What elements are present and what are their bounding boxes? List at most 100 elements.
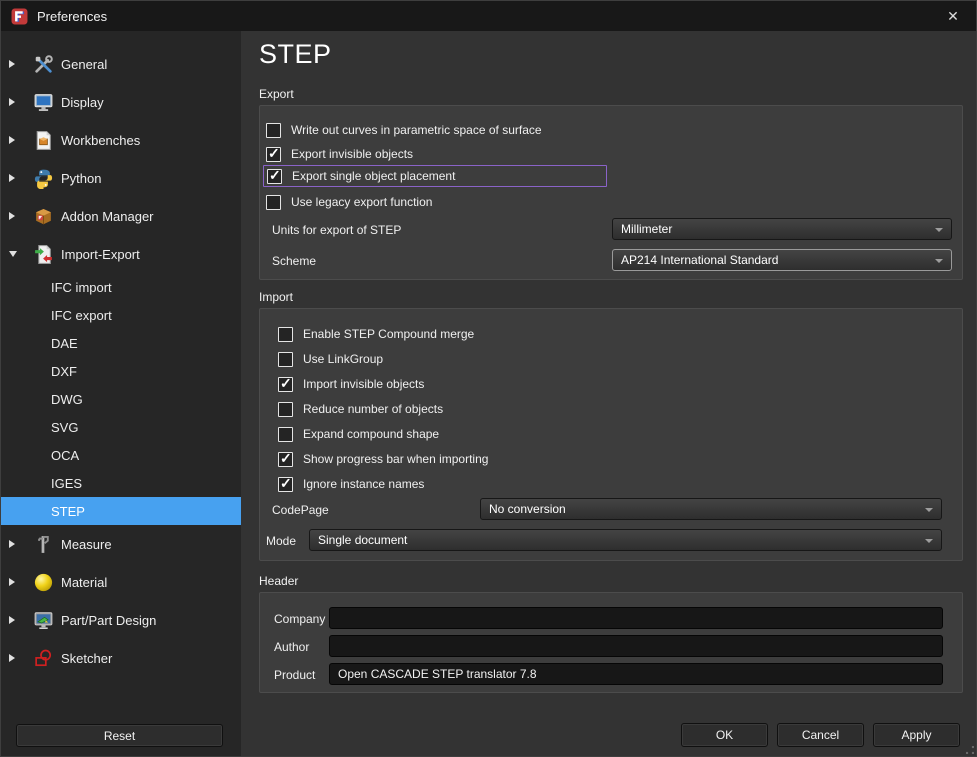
checkbox[interactable]: [278, 352, 293, 367]
sidebar-item-svg[interactable]: SVG: [1, 413, 241, 441]
chevron-right-icon[interactable]: [9, 174, 15, 182]
checkbox[interactable]: [267, 169, 282, 184]
checkbox[interactable]: [278, 402, 293, 417]
titlebar[interactable]: Preferences ✕: [1, 1, 976, 31]
company-field[interactable]: [329, 607, 943, 629]
chevron-right-icon[interactable]: [9, 98, 15, 106]
checkbox[interactable]: [278, 427, 293, 442]
checkbox-row-expand-compound-shape[interactable]: Expand compound shape: [278, 423, 439, 445]
sidebar-item-oca[interactable]: OCA: [1, 441, 241, 469]
chevron-right-icon[interactable]: [9, 212, 15, 220]
chevron-down-icon[interactable]: [9, 251, 17, 257]
checkbox[interactable]: [278, 377, 293, 392]
apply-button[interactable]: Apply: [873, 723, 960, 747]
settings-panel: STEP Export Write out curves in parametr…: [241, 31, 976, 756]
codepage-dropdown-value: No conversion: [489, 502, 566, 516]
sidebar-item-dae[interactable]: DAE: [1, 329, 241, 357]
sidebar-subitem-label: STEP: [51, 504, 85, 519]
checkbox-label: Write out curves in parametric space of …: [291, 123, 542, 137]
checkbox-label: Import invisible objects: [303, 377, 424, 391]
checkbox-row-reduce-number-of-objects[interactable]: Reduce number of objects: [278, 398, 443, 420]
window-title: Preferences: [37, 9, 107, 24]
codepage-dropdown[interactable]: No conversion: [480, 498, 942, 520]
mode-dropdown[interactable]: Single document: [309, 529, 942, 551]
reset-button[interactable]: Reset: [16, 724, 223, 747]
checkbox[interactable]: [278, 327, 293, 342]
close-icon: ✕: [947, 8, 959, 25]
sidebar-subitem-label: IFC import: [51, 280, 112, 295]
cancel-button-label: Cancel: [802, 728, 839, 742]
sidebar-item-workbenches[interactable]: Workbenches: [1, 121, 241, 159]
sidebar-item-dwg[interactable]: DWG: [1, 385, 241, 413]
sidebar-subitem-label: DWG: [51, 392, 83, 407]
sidebar-item-ifc-import[interactable]: IFC import: [1, 273, 241, 301]
sidebar-item-python[interactable]: Python: [1, 159, 241, 197]
units-dropdown[interactable]: Millimeter: [612, 218, 952, 240]
checkbox-label: Ignore instance names: [303, 477, 424, 491]
checkbox-row-use-linkgroup[interactable]: Use LinkGroup: [278, 348, 383, 370]
close-button[interactable]: ✕: [930, 1, 976, 31]
checkbox[interactable]: [278, 452, 293, 467]
sidebar-item-iges[interactable]: IGES: [1, 469, 241, 497]
checkbox-label: Expand compound shape: [303, 427, 439, 441]
sidebar-subitem-label: DAE: [51, 336, 78, 351]
import-export-icon: [33, 244, 54, 265]
checkbox-label: Enable STEP Compound merge: [303, 327, 474, 341]
checkbox-row-export-invisible-objects[interactable]: Export invisible objects: [266, 143, 413, 165]
sidebar-item-label: Sketcher: [61, 651, 112, 666]
product-field[interactable]: [329, 663, 943, 685]
chevron-right-icon[interactable]: [9, 578, 15, 586]
sidebar-subitem-label: IGES: [51, 476, 82, 491]
chevron-right-icon[interactable]: [9, 616, 15, 624]
freecad-logo-icon: [11, 8, 28, 25]
tools-icon: [33, 54, 54, 75]
sidebar-item-dxf[interactable]: DXF: [1, 357, 241, 385]
sidebar-item-material[interactable]: Material: [1, 563, 241, 601]
checkbox-row-ignore-instance-names[interactable]: Ignore instance names: [278, 473, 424, 495]
sidebar-item-label: Part/Part Design: [61, 613, 156, 628]
checkbox-label: Show progress bar when importing: [303, 452, 488, 466]
sidebar-item-addon-manager[interactable]: Addon Manager: [1, 197, 241, 235]
checkbox[interactable]: [266, 195, 281, 210]
checkbox[interactable]: [278, 477, 293, 492]
company-label: Company: [274, 612, 325, 626]
chevron-right-icon[interactable]: [9, 540, 15, 548]
checkbox-row-show-progress-bar-when-importing[interactable]: Show progress bar when importing: [278, 448, 488, 470]
chevron-right-icon[interactable]: [9, 136, 15, 144]
sidebar-item-ifc-export[interactable]: IFC export: [1, 301, 241, 329]
sidebar-item-label: Addon Manager: [61, 209, 154, 224]
chevron-right-icon[interactable]: [9, 60, 15, 68]
ok-button-label: OK: [716, 728, 733, 742]
sketcher-icon: [33, 648, 54, 669]
addon-box-icon: [33, 206, 54, 227]
mode-label: Mode: [266, 534, 296, 548]
sidebar-item-label: Display: [61, 95, 104, 110]
checkbox-row-use-legacy-export-function[interactable]: Use legacy export function: [266, 191, 432, 213]
checkbox-label: Export single object placement: [292, 169, 455, 183]
ok-button[interactable]: OK: [681, 723, 768, 747]
sidebar-item-step[interactable]: STEP: [1, 497, 241, 525]
sidebar-item-import-export[interactable]: Import-Export: [1, 235, 241, 273]
checkbox[interactable]: [266, 123, 281, 138]
header-groupbox: Company Author Product: [259, 592, 963, 693]
apply-button-label: Apply: [901, 728, 931, 742]
sidebar-item-part-part-design[interactable]: Part/Part Design: [1, 601, 241, 639]
cancel-button[interactable]: Cancel: [777, 723, 864, 747]
resize-grip-icon[interactable]: [966, 746, 974, 754]
sidebar-item-label: Import-Export: [61, 247, 140, 262]
checkbox-row-enable-step-compound-merge[interactable]: Enable STEP Compound merge: [278, 323, 474, 345]
checkbox-row-write-out-curves[interactable]: Write out curves in parametric space of …: [266, 119, 542, 141]
checkbox-row-export-single-object-placement[interactable]: Export single object placement: [263, 165, 607, 187]
header-group-label: Header: [259, 574, 298, 588]
author-field[interactable]: [329, 635, 943, 657]
scheme-dropdown[interactable]: AP214 International Standard: [612, 249, 952, 271]
sidebar-item-sketcher[interactable]: Sketcher: [1, 639, 241, 677]
sidebar-item-measure[interactable]: Measure: [1, 525, 241, 563]
chevron-down-icon: [925, 539, 933, 543]
checkbox-row-import-invisible-objects[interactable]: Import invisible objects: [278, 373, 424, 395]
chevron-right-icon[interactable]: [9, 654, 15, 662]
sidebar-item-display[interactable]: Display: [1, 83, 241, 121]
checkbox[interactable]: [266, 147, 281, 162]
sidebar-item-general[interactable]: General: [1, 45, 241, 83]
preferences-window: Preferences ✕ General Display Workbenche…: [0, 0, 977, 757]
